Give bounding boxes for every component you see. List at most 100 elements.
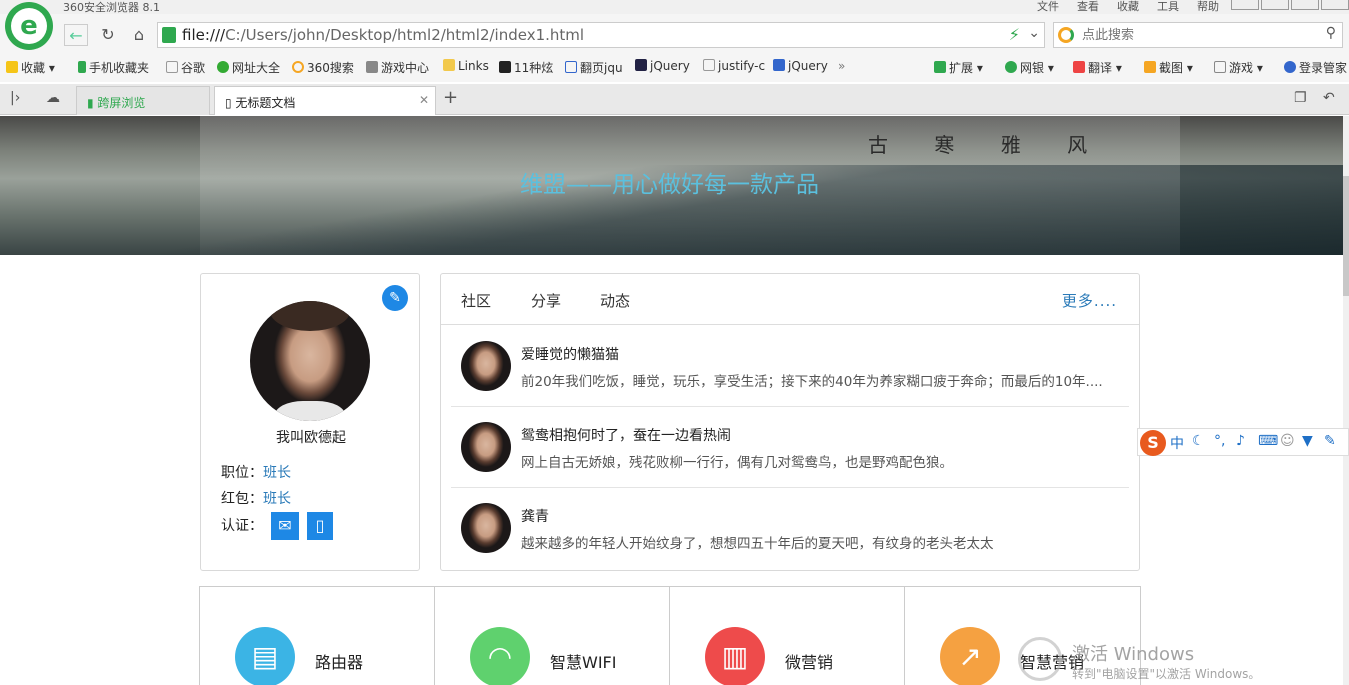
punctuation-icon[interactable]: °, — [1214, 433, 1225, 449]
menu-bar: 文件 查看 收藏 工具 帮助 — [1037, 0, 1219, 14]
ext-screenshot[interactable]: 截图 ▾ — [1144, 59, 1193, 76]
page-content: 古 寒 雅 风 维盟——用心做好每一款产品 ✎ 我叫欧德起 职位：班长 红包：班… — [0, 116, 1349, 685]
list-item[interactable]: 爱睡觉的懒猫猫 前20年我们吃饭，睡觉，玩乐，享受生活；接下来的40年为养家糊口… — [451, 326, 1129, 407]
cloud-icon[interactable]: ☁ — [46, 90, 60, 106]
email-verify-icon[interactable]: ✉ — [271, 512, 299, 540]
navigation-bar: ← ↻ ⌂ file:///C:/Users/john/Desktop/html… — [0, 14, 1349, 54]
item-desc: 网上自古无娇娘，残花败柳一行行，偶有几对鸳鸯鸟，也是野鸡配色狼。 — [521, 455, 953, 471]
back-icon[interactable]: ← — [64, 24, 88, 46]
feature-wifi[interactable]: ◠ 智慧WIFI — [435, 587, 670, 685]
redpacket-value[interactable]: 班长 — [263, 491, 291, 507]
item-desc: 前20年我们吃饭，睡觉，玩乐，享受生活；接下来的40年为养家糊口疲于奔命；而最后… — [521, 374, 1103, 390]
more-link[interactable]: 更多.... — [1062, 290, 1117, 311]
bookmark-mobile[interactable]: 手机收藏夹 — [78, 59, 149, 76]
search-engine-icon[interactable] — [1058, 27, 1074, 43]
menu-view[interactable]: 查看 — [1077, 0, 1099, 14]
minimize-button[interactable] — [1261, 0, 1289, 10]
page-scrollbar[interactable] — [1343, 116, 1349, 685]
tab-share[interactable]: 分享 — [531, 290, 561, 311]
tab-community[interactable]: 社区 — [461, 290, 491, 311]
address-bar[interactable]: file:///C:/Users/john/Desktop/html2/html… — [157, 22, 1045, 48]
bookmark-google[interactable]: 谷歌 — [166, 59, 205, 76]
new-tab-icon[interactable]: + — [443, 87, 458, 108]
window-controls — [1229, 0, 1349, 10]
menu-tools[interactable]: 工具 — [1157, 0, 1179, 14]
bookmark-links[interactable]: Links — [443, 59, 489, 73]
bookmark-justify[interactable]: justify-c — [703, 59, 765, 73]
bolt-icon[interactable]: ⚡ — [1009, 25, 1020, 44]
item-title[interactable]: 鸳鸯相抱何时了，蚕在一边看热闹 — [521, 425, 731, 445]
maximize-button[interactable] — [1291, 0, 1319, 10]
phone-verify-icon[interactable]: ▯ — [307, 512, 333, 540]
skin-button[interactable] — [1231, 0, 1259, 10]
bookmark-11[interactable]: 11种炫 — [499, 59, 553, 76]
feed-tabs: 社区 分享 动态 更多.... — [441, 274, 1139, 325]
search-icon[interactable]: ⚲ — [1326, 25, 1336, 41]
chevron-down-icon[interactable]: ⌄ — [1028, 25, 1040, 41]
bookmark-pagejq[interactable]: 翻页jqu — [565, 59, 623, 76]
wrench-icon[interactable]: ✎ — [1324, 433, 1336, 449]
ext-translate[interactable]: 翻译 ▾ — [1073, 59, 1122, 76]
browser-logo: e — [5, 2, 53, 50]
bookmark-360search[interactable]: 360搜索 — [292, 59, 354, 76]
search-input[interactable] — [1082, 25, 1312, 45]
feature-label: 路由器 — [315, 653, 364, 672]
feature-micro-marketing[interactable]: ▥ 微营销 — [670, 587, 905, 685]
ime-lang-toggle[interactable]: 中 — [1170, 433, 1184, 453]
position-value[interactable]: 班长 — [263, 465, 291, 481]
sogou-logo-icon[interactable]: S — [1140, 430, 1166, 456]
verify-row: 认证： ✉ ▯ — [221, 512, 333, 540]
avatar — [461, 422, 511, 472]
search-box: ⚲ — [1053, 22, 1343, 48]
close-tab-icon[interactable]: ✕ — [419, 93, 429, 107]
close-window-button[interactable] — [1321, 0, 1349, 10]
bookmark-jquery2[interactable]: jQuery — [773, 59, 828, 73]
bookmark-jquery1[interactable]: jQuery — [635, 59, 690, 73]
user-name: 我叫欧德起 — [276, 430, 346, 446]
avatar — [461, 341, 511, 391]
menu-file[interactable]: 文件 — [1037, 0, 1059, 14]
list-item[interactable]: 鸳鸯相抱何时了，蚕在一边看热闹 网上自古无娇娘，残花败柳一行行，偶有几对鸳鸯鸟，… — [451, 407, 1129, 488]
user-icon[interactable]: ☺ — [1280, 433, 1295, 449]
banner-calligraphy: 古 寒 雅 风 — [868, 133, 1108, 157]
keyboard-icon[interactable]: ⌨ — [1258, 433, 1278, 449]
bookmark-hao[interactable]: 网址大全 — [217, 59, 280, 76]
banner: 古 寒 雅 风 维盟——用心做好每一款产品 — [0, 116, 1349, 255]
tab-strip: |› ☁ ▮ 跨屏浏览 ▯ 无标题文档 ✕ + ❐ ↶ — [0, 84, 1349, 115]
shirt-icon[interactable]: ▼ — [1302, 433, 1313, 449]
home-icon[interactable]: ⌂ — [127, 24, 151, 46]
sidebar-toggle-icon[interactable]: |› — [10, 90, 20, 106]
bar-chart-icon: ▥ — [705, 627, 765, 685]
features-row: ▤ 路由器 ◠ 智慧WIFI ▥ 微营销 ↗ 智慧营销 — [199, 586, 1141, 685]
ime-toolbar: S 中 ☾ °, ♪ ⌨ ☺ ▼ ✎ — [1137, 428, 1349, 456]
item-title[interactable]: 爱睡觉的懒猫猫 — [521, 344, 619, 364]
ext-login[interactable]: 登录管家 — [1284, 59, 1347, 76]
moon-icon[interactable]: ☾ — [1192, 433, 1205, 449]
undo-close-icon[interactable]: ↶ — [1323, 90, 1335, 106]
microphone-icon[interactable]: ♪ — [1236, 433, 1245, 449]
feature-router[interactable]: ▤ 路由器 — [200, 587, 435, 685]
edit-icon[interactable]: ✎ — [382, 285, 408, 311]
item-desc: 越来越多的年轻人开始纹身了，想想四五十年后的夏天吧，有纹身的老头老太太 — [521, 536, 994, 552]
bookmarks-overflow-icon[interactable]: » — [838, 59, 845, 73]
menu-favorites[interactable]: 收藏 — [1117, 0, 1139, 14]
refresh-icon[interactable]: ↻ — [96, 24, 120, 46]
ext-bank[interactable]: 网银 ▾ — [1005, 59, 1054, 76]
tab-activity[interactable]: 动态 — [600, 290, 630, 311]
menu-help[interactable]: 帮助 — [1197, 0, 1219, 14]
url-text[interactable]: file:///C:/Users/john/Desktop/html2/html… — [182, 26, 584, 44]
ext-games[interactable]: 游戏 ▾ — [1214, 59, 1263, 76]
ext-extensions[interactable]: 扩展 ▾ — [934, 59, 983, 76]
list-item[interactable]: 龚青 越来越多的年轻人开始纹身了，想想四五十年后的夏天吧，有纹身的老头老太太 — [451, 488, 1129, 569]
bookmarks-bar: 收藏 ▾ 手机收藏夹 谷歌 网址大全 360搜索 游戏中心 Links 11种炫… — [0, 54, 1349, 82]
bookmark-games[interactable]: 游戏中心 — [366, 59, 429, 76]
avatar — [461, 503, 511, 553]
position-row: 职位：班长 — [221, 465, 291, 481]
item-title[interactable]: 龚青 — [521, 506, 549, 526]
bookmark-favorites[interactable]: 收藏 ▾ — [6, 59, 55, 76]
redpacket-row: 红包：班长 — [221, 491, 291, 507]
restore-tabs-icon[interactable]: ❐ — [1294, 90, 1307, 106]
tab-untitled[interactable]: ▯ 无标题文档 ✕ — [214, 86, 436, 115]
trend-chart-icon: ↗ — [940, 627, 1000, 685]
tab-cross-screen[interactable]: ▮ 跨屏浏览 — [76, 86, 210, 115]
